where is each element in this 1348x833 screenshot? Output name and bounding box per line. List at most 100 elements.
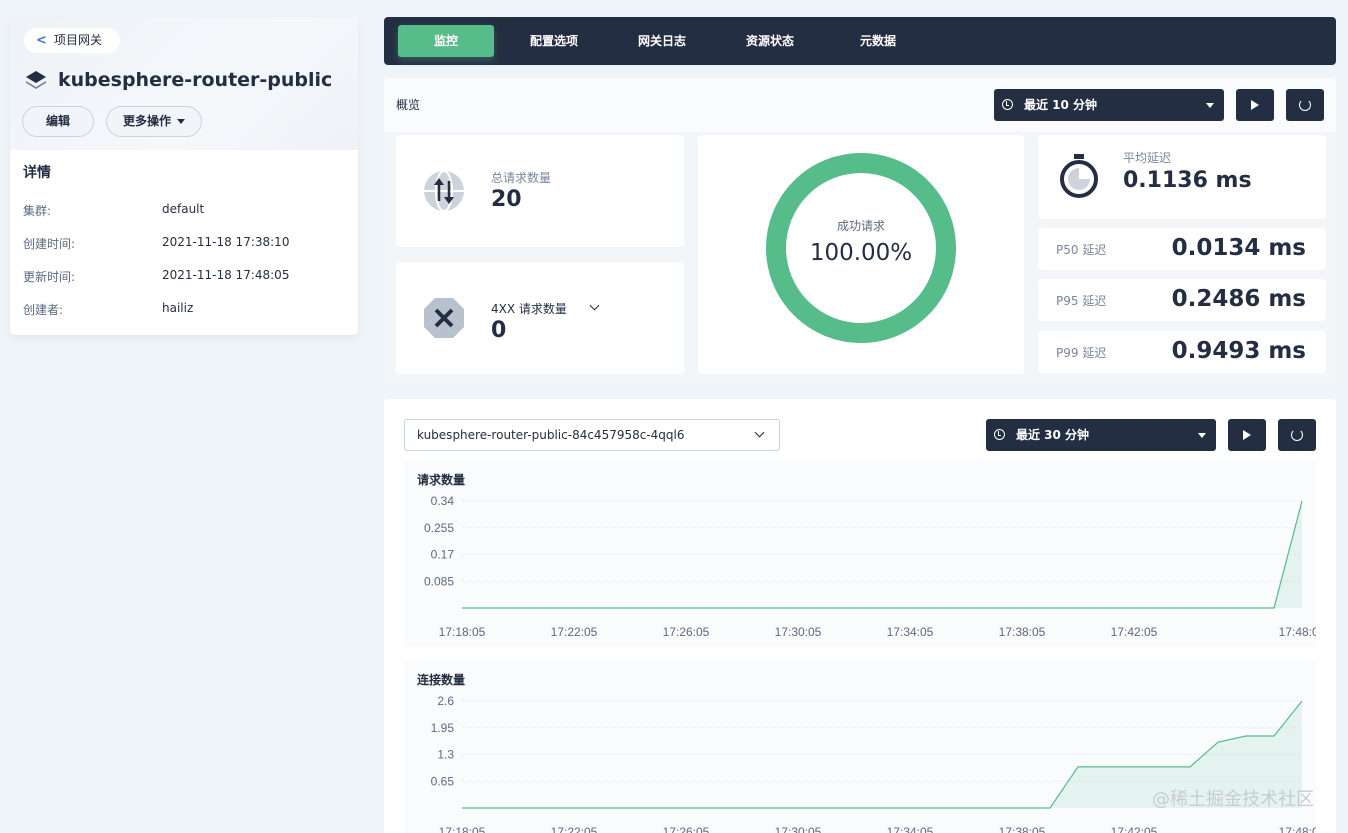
p99-label: P99 延迟	[1056, 346, 1107, 360]
refresh-icon	[1299, 99, 1311, 111]
detail-row-created: 创建时间: 2021-11-18 17:38:10	[23, 235, 289, 252]
p95-label: P95 延迟	[1056, 294, 1107, 308]
overview-label: 概览	[396, 98, 421, 112]
refresh-button[interactable]	[1286, 89, 1324, 121]
error-type-dropdown[interactable]	[589, 300, 600, 311]
x-tick-label: 17:30:05	[775, 825, 822, 833]
y-tick-label: 0.17	[431, 548, 455, 562]
detail-key: 创建者:	[23, 303, 64, 317]
x-tick-label: 17:22:05	[551, 625, 598, 639]
chart-play-button[interactable]	[1228, 419, 1266, 451]
details-heading: 详情	[23, 165, 51, 181]
chart-time-range-select[interactable]: 最近 30 分钟	[986, 419, 1216, 451]
page-title: kubesphere-router-public	[58, 69, 333, 91]
error-octagon-icon	[424, 298, 464, 338]
chevron-down-icon	[754, 427, 765, 438]
detail-value: hailiz	[162, 301, 194, 315]
x-tick-label: 17:34:05	[887, 825, 934, 833]
x-tick-label: 17:42:05	[1111, 625, 1158, 639]
p50-label: P50 延迟	[1056, 243, 1107, 257]
clock-icon	[994, 429, 1005, 440]
stopwatch-icon	[1060, 154, 1098, 198]
error-requests-label: 4XX 请求数量	[491, 302, 567, 316]
gateway-title-row: kubesphere-router-public	[24, 67, 332, 93]
x-tick-label: 17:22:05	[551, 825, 598, 833]
caret-down-icon	[1206, 103, 1214, 108]
tab-bar: 监控 配置选项 网关日志 资源状态 元数据	[384, 17, 1336, 65]
detail-value: default	[162, 202, 205, 216]
more-actions-label: 更多操作	[122, 114, 171, 128]
clock-icon	[1002, 99, 1013, 110]
y-tick-label: 1.95	[431, 721, 455, 735]
time-range-select[interactable]: 最近 10 分钟	[994, 89, 1224, 121]
time-range-value: 最近 10 分钟	[1024, 98, 1098, 112]
tab-config-options[interactable]: 配置选项	[506, 25, 602, 57]
refresh-icon	[1291, 429, 1303, 441]
p95-latency-row: P95 延迟 0.2486 ms	[1038, 279, 1326, 321]
caret-down-icon	[1198, 433, 1206, 438]
layers-icon	[26, 71, 46, 89]
chevron-left-icon: <	[36, 33, 47, 48]
y-tick-label: 0.255	[424, 521, 454, 535]
p99-value: 0.9493 ms	[1171, 338, 1306, 364]
total-requests-label: 总请求数量	[491, 171, 552, 185]
x-tick-label: 17:26:05	[663, 825, 710, 833]
chart-refresh-button[interactable]	[1278, 419, 1316, 451]
edit-button[interactable]: 编辑	[22, 106, 94, 137]
detail-value: 2021-11-18 17:38:10	[162, 235, 290, 249]
detail-value: 2021-11-18 17:48:05	[162, 268, 290, 282]
success-label: 成功请求	[836, 219, 885, 233]
error-requests-value: 0	[491, 318, 507, 343]
tab-gateway-logs[interactable]: 网关日志	[614, 25, 710, 57]
detail-card: < 项目网关 kubesphere-router-public 编辑 更多操作 …	[10, 17, 358, 335]
x-tick-label: 17:38:05	[999, 625, 1046, 639]
x-tick-label: 17:42:05	[1111, 825, 1158, 833]
overview-header: 概览 最近 10 分钟	[384, 78, 1336, 132]
x-tick-label: 17:18:05	[439, 625, 486, 639]
pod-select-value: kubesphere-router-public-84c457958c-4qql…	[417, 428, 685, 442]
monitoring-charts-card: kubesphere-router-public-84c457958c-4qql…	[384, 399, 1336, 833]
avg-latency-value: 0.1136 ms	[1123, 168, 1252, 193]
y-tick-label: 0.085	[424, 574, 454, 588]
tab-metadata[interactable]: 元数据	[830, 25, 926, 57]
p99-latency-row: P99 延迟 0.9493 ms	[1038, 331, 1326, 373]
caret-down-icon	[177, 119, 185, 124]
request-count-chart: 请求数量 0.34 0.255 0.17 0.085 17:18:05 17:22:05 1…	[404, 461, 1316, 647]
pod-select[interactable]: kubesphere-router-public-84c457958c-4qql…	[404, 419, 780, 451]
more-actions-button[interactable]: 更多操作	[106, 106, 202, 137]
detail-key: 集群:	[23, 204, 52, 218]
p95-value: 0.2486 ms	[1171, 286, 1306, 312]
success-rate-card: 成功请求 100.00%	[698, 135, 1024, 374]
detail-key: 创建时间:	[23, 237, 76, 251]
x-tick-label: 17:26:05	[663, 625, 710, 639]
x-tick-label: 17:48:05	[1279, 825, 1316, 833]
detail-key: 更新时间:	[23, 270, 76, 284]
play-button[interactable]	[1236, 89, 1274, 121]
chart-time-range-value: 最近 30 分钟	[1016, 428, 1090, 442]
back-button[interactable]: < 项目网关	[24, 28, 121, 53]
y-tick-label: 0.34	[431, 494, 455, 508]
play-icon	[1251, 100, 1259, 110]
total-requests-card: 总请求数量 20	[396, 135, 684, 247]
x-tick-label: 17:34:05	[887, 625, 934, 639]
avg-latency-label: 平均延迟	[1123, 151, 1172, 165]
x-tick-label: 17:30:05	[775, 625, 822, 639]
detail-row-creator: 创建者: hailiz	[23, 301, 193, 318]
detail-row-updated: 更新时间: 2021-11-18 17:48:05	[23, 268, 289, 285]
detail-row-cluster: 集群: default	[23, 202, 204, 219]
avg-latency-card: 平均延迟 0.1136 ms	[1038, 135, 1326, 219]
request-globe-icon	[424, 170, 464, 212]
tab-resource-status[interactable]: 资源状态	[722, 25, 818, 57]
watermark: @稀土掘金技术社区	[1152, 789, 1314, 810]
y-tick-label: 0.65	[431, 774, 455, 788]
x-tick-label: 17:38:05	[999, 825, 1046, 833]
error-requests-card: 4XX 请求数量 0	[396, 262, 684, 374]
y-tick-label: 2.6	[437, 694, 454, 708]
play-icon	[1243, 430, 1251, 440]
back-label: 项目网关	[54, 33, 103, 47]
tab-monitoring[interactable]: 监控	[398, 25, 494, 57]
request-count-plot: 0.34 0.255 0.17 0.085 17:18:05 17:22:05 17:26:…	[424, 494, 1316, 639]
p50-value: 0.0134 ms	[1171, 235, 1306, 261]
overview-card: 概览 最近 10 分钟 总请求数量 20 4XX 请求数量 0 成功请求 100…	[384, 78, 1336, 386]
x-tick-label: 17:18:05	[439, 825, 486, 833]
